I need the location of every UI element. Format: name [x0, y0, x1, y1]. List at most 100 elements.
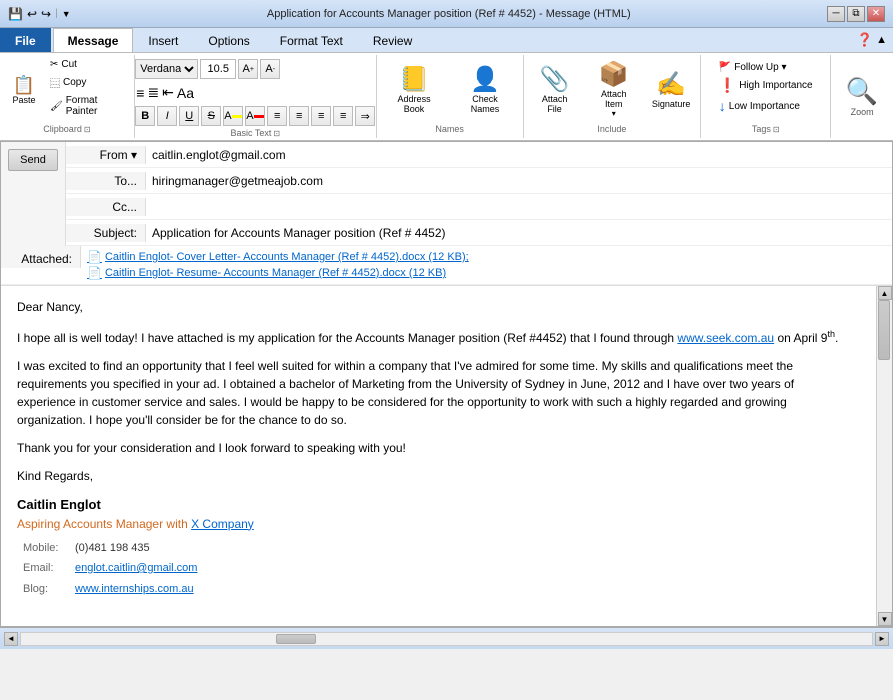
address-book-button[interactable]: 📒 Address Book	[381, 64, 448, 118]
cc-row: Cc...	[66, 194, 892, 220]
subject-row: Subject:	[66, 220, 892, 246]
attach-item-button[interactable]: 📦 Attach Item ▾	[585, 59, 642, 122]
header-with-send: Send From ▾ To...	[1, 142, 892, 246]
address-book-icon: 📒	[399, 68, 429, 92]
align-right-button[interactable]: ≡	[311, 106, 331, 126]
to-label: To...	[114, 174, 137, 188]
window-title: Application for Accounts Manager positio…	[71, 8, 827, 20]
check-names-icon: 👤	[470, 68, 500, 92]
font-shrink-button[interactable]: A-	[260, 59, 280, 79]
follow-up-button[interactable]: 🚩 Follow Up ▾	[717, 61, 815, 74]
low-importance-button[interactable]: ↓ Low Importance	[717, 97, 815, 115]
include-inner: 📎 Attach File 📦 Attach Item ▾ ✍ Signatur…	[528, 57, 697, 124]
minimize-ribbon-icon[interactable]: ▲	[876, 34, 887, 46]
justify-button[interactable]: ≡	[333, 106, 353, 126]
format-painter-button[interactable]: 🖌 Format Painter	[46, 93, 130, 119]
highlight-color-button[interactable]: A	[223, 106, 243, 126]
scroll-up-button[interactable]: ▲	[878, 286, 892, 300]
underline-button[interactable]: U	[179, 106, 199, 126]
high-importance-button[interactable]: ❗ High Importance	[717, 76, 815, 95]
address-book-label: Address Book	[388, 94, 441, 114]
qat-dropdown[interactable]: ▼	[62, 9, 71, 19]
italic-button[interactable]: I	[157, 106, 177, 126]
attachment1-link[interactable]: 📄 Caitlin Englot- Cover Letter- Accounts…	[87, 250, 469, 264]
from-label: From ▾	[100, 148, 137, 162]
help-icon[interactable]: ❓	[857, 32, 873, 48]
align-left-button[interactable]: ≡	[267, 106, 287, 126]
from-button[interactable]: From ▾	[66, 146, 146, 164]
sig-company-link[interactable]: X Company	[191, 517, 254, 531]
paste-button[interactable]: 📋 Paste	[4, 57, 44, 124]
sig-title: Aspiring Accounts Manager with X Company	[17, 515, 856, 533]
ribbon: File Message Insert Options Format Text …	[0, 28, 893, 141]
cut-button[interactable]: ✂ Cut	[46, 57, 130, 72]
restore-button[interactable]: ⧉	[847, 6, 865, 22]
seek-link[interactable]: www.seek.com.au	[677, 331, 774, 345]
subject-label: Subject:	[66, 224, 146, 242]
low-importance-icon: ↓	[719, 98, 726, 114]
undo-icon[interactable]: ↩	[27, 7, 37, 21]
tab-review[interactable]: Review	[358, 28, 427, 52]
copy-label: Copy	[63, 77, 86, 88]
font-grow-button[interactable]: A+	[238, 59, 258, 79]
rtl-button[interactable]: ⇒	[355, 106, 375, 126]
list-bullet-icon[interactable]: ≡	[135, 84, 145, 102]
minimize-button[interactable]: ─	[827, 6, 845, 22]
zoom-label: Zoom	[851, 107, 874, 117]
sig-email-link[interactable]: englot.caitlin@gmail.com	[75, 562, 197, 574]
font-size-input[interactable]	[200, 59, 236, 79]
align-center-button[interactable]: ≡	[289, 106, 309, 126]
attachment2-link[interactable]: 📄 Caitlin Englot- Resume- Accounts Manag…	[87, 266, 469, 280]
redo-icon[interactable]: ↪	[41, 7, 51, 21]
scroll-right-button[interactable]: ►	[875, 632, 889, 646]
copy-button[interactable]: ⿳ Copy	[46, 73, 130, 92]
p1-date: on April 9	[774, 331, 827, 345]
horizontal-scrollbar[interactable]	[20, 632, 873, 646]
h-scroll-thumb[interactable]	[276, 634, 316, 644]
from-input[interactable]	[146, 146, 892, 164]
regards: Kind Regards,	[17, 467, 856, 485]
tab-format-text[interactable]: Format Text	[265, 28, 358, 52]
subject-input[interactable]	[146, 224, 892, 242]
strikethrough-button[interactable]: S	[201, 106, 221, 126]
close-button[interactable]: ✕	[867, 6, 885, 22]
tab-options[interactable]: Options	[193, 28, 264, 52]
format-painter-label: Format Painter	[66, 95, 126, 117]
tags-dialog-icon[interactable]: ⊡	[773, 125, 780, 134]
save-icon[interactable]: 💾	[8, 7, 23, 21]
decrease-indent-icon[interactable]: ⇤	[161, 83, 175, 102]
paste-icon: 📋	[13, 76, 35, 94]
styles-icon[interactable]: Aa	[176, 84, 195, 102]
sig-blog-link[interactable]: www.internships.com.au	[75, 583, 194, 595]
tab-message[interactable]: Message	[53, 28, 134, 52]
attach-file-button[interactable]: 📎 Attach File	[528, 64, 582, 118]
zoom-button[interactable]: 🔍 Zoom	[842, 72, 882, 121]
vertical-scrollbar[interactable]: ▲ ▼	[876, 286, 892, 626]
bold-button[interactable]: B	[135, 106, 155, 126]
paragraph1: I hope all is well today! I have attache…	[17, 328, 856, 347]
tab-file[interactable]: File	[0, 28, 51, 52]
scroll-thumb[interactable]	[878, 300, 890, 360]
message-body[interactable]: Dear Nancy, I hope all is well today! I …	[1, 286, 876, 626]
low-importance-label: Low Importance	[729, 101, 800, 112]
scroll-left-button[interactable]: ◄	[4, 632, 18, 646]
font-family-select[interactable]: Verdana	[135, 59, 198, 79]
to-button[interactable]: To...	[66, 172, 146, 190]
clipboard-dialog-icon[interactable]: ⊡	[84, 125, 91, 134]
attachment-links: 📄 Caitlin Englot- Cover Letter- Accounts…	[81, 246, 475, 284]
to-input[interactable]	[146, 172, 892, 190]
tab-insert[interactable]: Insert	[133, 28, 193, 52]
scroll-down-button[interactable]: ▼	[878, 612, 892, 626]
body-wrapper: Dear Nancy, I hope all is well today! I …	[1, 286, 892, 626]
list-number-icon[interactable]: ≣	[146, 83, 160, 102]
blog-label: Blog:	[19, 580, 69, 599]
send-button[interactable]: Send	[8, 149, 58, 171]
signature-button[interactable]: ✍ Signature	[646, 69, 696, 113]
font-color-button[interactable]: A	[245, 106, 265, 126]
cc-input[interactable]	[146, 198, 892, 216]
cc-button[interactable]: Cc...	[66, 198, 146, 216]
attach-item-icon: 📦	[599, 63, 629, 87]
check-names-button[interactable]: 👤 Check Names	[451, 64, 518, 118]
to-row: To...	[66, 168, 892, 194]
basic-text-dialog-icon[interactable]: ⊡	[273, 129, 280, 138]
